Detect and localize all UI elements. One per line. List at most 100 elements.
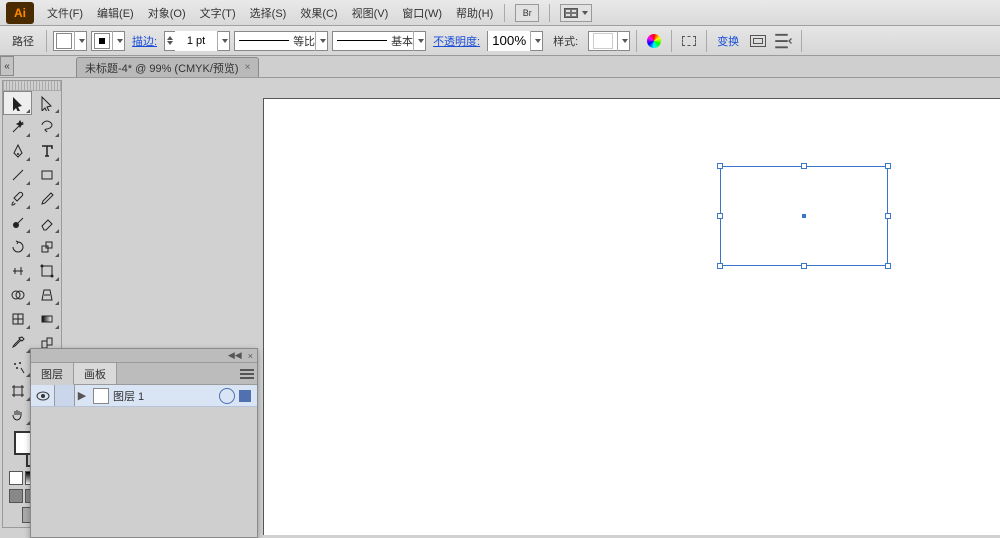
resize-handle[interactable] [885, 263, 891, 269]
menu-select[interactable]: 选择(S) [243, 0, 294, 25]
menu-edit[interactable]: 编辑(E) [90, 0, 141, 25]
transform-panel-link[interactable]: 变换 [713, 33, 743, 49]
blob-brush-icon [10, 215, 26, 231]
tool-perspective[interactable] [32, 283, 61, 307]
collapse-icon[interactable]: ◀◀ [228, 350, 242, 361]
tool-eyedropper[interactable] [3, 331, 32, 355]
tool-gradient[interactable] [32, 307, 61, 331]
panel-grip[interactable] [3, 81, 61, 91]
resize-handle[interactable] [801, 263, 807, 269]
chevron-down-icon [418, 39, 424, 43]
resize-handle[interactable] [717, 213, 723, 219]
chevron-down-icon [582, 11, 588, 15]
tool-pen[interactable] [3, 139, 32, 163]
target-icon[interactable] [219, 388, 235, 404]
menu-icon [240, 369, 254, 379]
stroke-weight-stepper[interactable] [164, 31, 230, 51]
chevron-down-icon [117, 39, 123, 43]
chevron-down-icon [622, 39, 628, 43]
resize-handle[interactable] [885, 163, 891, 169]
stroke-weight-input[interactable] [175, 31, 217, 51]
opacity-panel-link[interactable]: 不透明度: [430, 33, 483, 49]
rotate-icon [10, 239, 26, 255]
visibility-toggle[interactable] [31, 385, 55, 406]
tool-direct-selection[interactable] [32, 91, 61, 115]
line-icon [337, 40, 387, 41]
selection-indicator[interactable] [239, 390, 251, 402]
resize-handle[interactable] [885, 213, 891, 219]
lock-toggle[interactable] [55, 385, 75, 406]
tool-selection[interactable] [3, 91, 32, 115]
tool-magic-wand[interactable] [3, 115, 32, 139]
resize-handle[interactable] [801, 163, 807, 169]
tool-pencil[interactable] [32, 187, 61, 211]
align-panel-button[interactable] [678, 30, 700, 52]
selected-rectangle[interactable] [720, 166, 888, 266]
draw-normal-button[interactable] [9, 489, 23, 503]
arrange-documents-button[interactable] [560, 4, 592, 22]
tool-free-transform[interactable] [32, 259, 61, 283]
layout-icon [564, 8, 578, 18]
menu-type[interactable]: 文字(T) [193, 0, 243, 25]
tool-blob-brush[interactable] [3, 211, 32, 235]
layer-name[interactable]: 图层 1 [113, 388, 144, 404]
close-icon[interactable]: × [245, 62, 251, 73]
panel-titlebar[interactable]: ◀◀ × [31, 349, 257, 363]
tool-paintbrush[interactable] [3, 187, 32, 211]
line-icon [239, 40, 289, 41]
color-mode-button[interactable] [9, 471, 23, 485]
menu-view[interactable]: 视图(V) [345, 0, 396, 25]
menu-object[interactable]: 对象(O) [141, 0, 193, 25]
tool-rectangle[interactable] [32, 163, 61, 187]
menu-effect[interactable]: 效果(C) [293, 0, 344, 25]
panel-menu-button[interactable] [237, 363, 257, 384]
stroke-swatch-dropdown[interactable] [91, 31, 125, 51]
width-icon [10, 263, 26, 279]
disclosure-triangle[interactable]: ▶ [75, 389, 89, 402]
graphic-style-dropdown[interactable] [588, 31, 630, 51]
opacity-input[interactable] [488, 31, 530, 51]
separator [504, 4, 505, 22]
direct-selection-icon [39, 95, 55, 111]
tool-mesh[interactable] [3, 307, 32, 331]
menu-help[interactable]: 帮助(H) [449, 0, 500, 25]
close-icon[interactable]: × [248, 351, 253, 361]
menu-file[interactable]: 文件(F) [40, 0, 90, 25]
document-tab[interactable]: 未标题-4* @ 99% (CMYK/预览) × [76, 57, 259, 77]
tool-hand[interactable] [3, 403, 32, 427]
tool-rotate[interactable] [3, 235, 32, 259]
fill-swatch-dropdown[interactable] [53, 31, 87, 51]
tool-width[interactable] [3, 259, 32, 283]
stroke-panel-link[interactable]: 描边: [129, 33, 160, 49]
resize-handle[interactable] [717, 163, 723, 169]
profile-label: 等比 [293, 33, 315, 49]
separator [671, 30, 672, 52]
tool-eraser[interactable] [32, 211, 61, 235]
tool-shape-builder[interactable] [3, 283, 32, 307]
bridge-button[interactable]: Br [515, 4, 539, 22]
eye-icon [36, 391, 50, 401]
app-logo: Ai [6, 2, 34, 24]
isolate-button[interactable] [747, 30, 769, 52]
menu-window[interactable]: 窗口(W) [395, 0, 449, 25]
recolor-artwork-button[interactable] [643, 30, 665, 52]
shape-builder-icon [10, 287, 26, 303]
isolate-icon [750, 35, 766, 47]
tool-type[interactable] [32, 139, 61, 163]
select-similar-button[interactable] [773, 30, 795, 52]
resize-handle[interactable] [717, 263, 723, 269]
opacity-dropdown[interactable] [487, 31, 543, 51]
tool-artboard[interactable] [3, 379, 32, 403]
type-icon [39, 143, 55, 159]
tab-layers[interactable]: 图层 [31, 363, 74, 385]
tool-line[interactable] [3, 163, 32, 187]
collapse-options-handle[interactable]: « [0, 56, 14, 76]
layer-row[interactable]: ▶ 图层 1 [31, 385, 257, 407]
tab-artboards[interactable]: 画板 [74, 363, 117, 384]
tool-scale[interactable] [32, 235, 61, 259]
tool-symbol-sprayer[interactable] [3, 355, 32, 379]
brush-definition-dropdown[interactable]: 基本 [332, 31, 426, 51]
variable-width-profile-dropdown[interactable]: 等比 [234, 31, 328, 51]
chevron-down-icon [79, 39, 85, 43]
tool-lasso[interactable] [32, 115, 61, 139]
